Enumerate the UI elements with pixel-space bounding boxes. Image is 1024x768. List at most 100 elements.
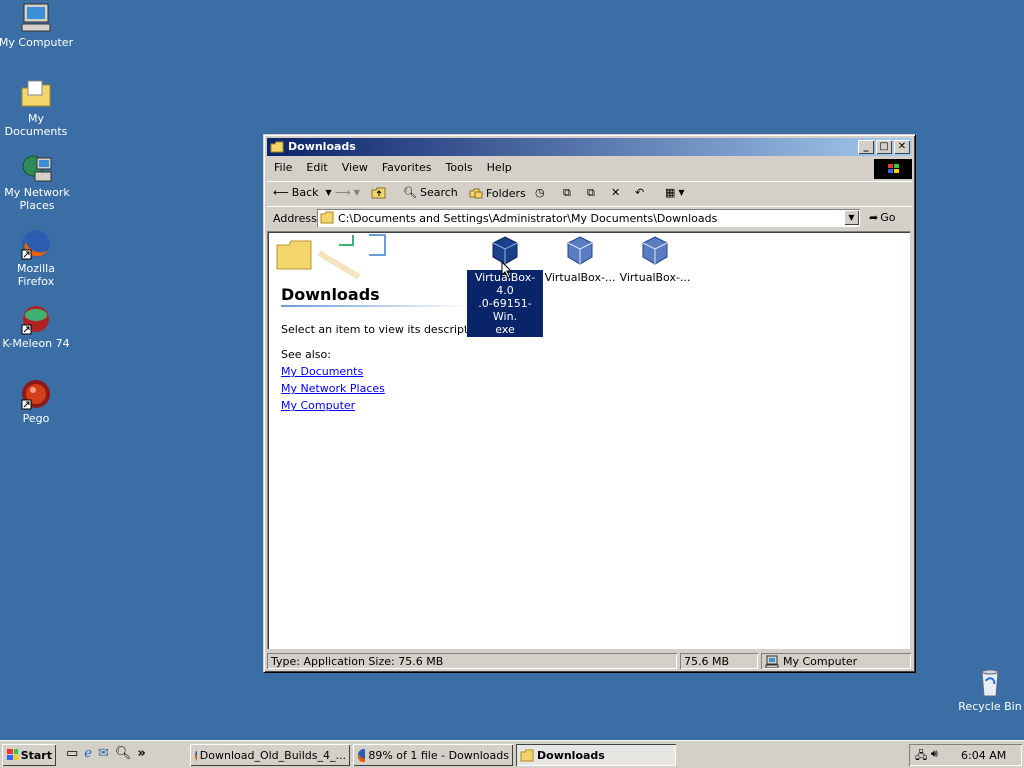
menu-file[interactable]: File bbox=[267, 157, 299, 174]
desktop-icon-my-computer[interactable]: My Computer bbox=[0, 2, 74, 49]
copy-to-icon: ⧉ bbox=[587, 186, 595, 199]
folder-icon bbox=[270, 141, 284, 153]
virtualbox-icon bbox=[567, 236, 593, 265]
quick-launch-more-icon[interactable]: » bbox=[137, 746, 145, 761]
folder-icon bbox=[320, 211, 334, 224]
task-label: 89% of 1 file - Downloads bbox=[368, 748, 509, 762]
undo-button[interactable]: ↶ bbox=[635, 186, 644, 199]
heading-divider bbox=[281, 305, 471, 307]
outlook-express-icon[interactable]: ✉ bbox=[98, 746, 109, 761]
search-label: Search bbox=[419, 186, 458, 199]
network-places-icon bbox=[22, 155, 52, 182]
address-field[interactable]: C:\Documents and Settings\Administrator\… bbox=[317, 209, 860, 227]
file-item-selected[interactable]: VirtualBox-4.0 .0-69151-Win. exe bbox=[466, 235, 544, 338]
folder-icon bbox=[520, 749, 534, 761]
clock[interactable]: 6:04 AM bbox=[961, 749, 1006, 762]
standard-toolbar: ⟵ Back ▼ ⟶ ▼ 🔍︎ Search Folders ◷ ⧉ ⧉ ✕ ↶… bbox=[267, 181, 912, 207]
desktop-icon-label: My Computer bbox=[0, 36, 74, 49]
recycle-bin-icon bbox=[981, 669, 999, 697]
windows-flag-icon bbox=[7, 749, 18, 760]
panel-description: Select an item to view its description. bbox=[281, 323, 489, 336]
status-zone-label: My Computer bbox=[783, 654, 858, 668]
go-label: Go bbox=[880, 211, 896, 224]
menu-edit[interactable]: Edit bbox=[299, 157, 334, 174]
back-button[interactable]: ⟵ Back ▼ bbox=[273, 186, 332, 199]
volume-tray-icon[interactable]: 🔊︎ bbox=[931, 747, 938, 761]
link-my-computer[interactable]: My Computer bbox=[281, 399, 385, 412]
maximize-button[interactable]: □ bbox=[876, 140, 892, 154]
task-button-active[interactable]: Downloads bbox=[516, 744, 676, 766]
desktop-icon-mozilla-firefox[interactable]: Mozilla Firefox bbox=[0, 228, 74, 288]
file-label-line3: exe bbox=[495, 323, 515, 336]
file-item[interactable]: VirtualBox-... bbox=[617, 235, 693, 285]
file-item[interactable]: VirtualBox-... bbox=[542, 235, 618, 285]
my-computer-icon bbox=[765, 655, 779, 668]
folders-button[interactable]: Folders bbox=[469, 186, 526, 200]
move-to-button[interactable]: ⧉ bbox=[563, 186, 571, 200]
title-bar[interactable]: Downloads _ □ ✕ bbox=[267, 138, 912, 156]
address-bar: Address C:\Documents and Settings\Admini… bbox=[267, 206, 912, 231]
desktop-icon-my-documents[interactable]: My Documents bbox=[0, 78, 74, 138]
address-dropdown-button[interactable]: ▼ bbox=[844, 210, 859, 225]
link-my-network-places[interactable]: My Network Places bbox=[281, 382, 385, 395]
search-button[interactable]: 🔍︎ Search bbox=[403, 186, 458, 199]
folders-icon bbox=[469, 188, 483, 199]
delete-icon: ✕ bbox=[611, 186, 621, 199]
history-icon: ◷ bbox=[535, 186, 545, 199]
task-button[interactable]: Download_Old_Builds_4_... bbox=[190, 744, 350, 766]
copy-to-button[interactable]: ⧉ bbox=[587, 186, 595, 200]
minimize-icon: _ bbox=[863, 141, 869, 152]
show-desktop-icon[interactable]: ▭ bbox=[66, 746, 78, 761]
delete-button[interactable]: ✕ bbox=[611, 186, 620, 199]
views-dropdown-icon: ▼ bbox=[678, 188, 685, 197]
network-tray-icon[interactable]: 🖧 bbox=[915, 747, 927, 766]
search-icon: 🔍︎ bbox=[403, 186, 417, 199]
desktop-icon-recycle-bin[interactable]: Recycle Bin bbox=[952, 666, 1024, 713]
chevron-down-icon: ▼ bbox=[848, 213, 855, 222]
undo-icon: ↶ bbox=[635, 186, 645, 199]
desktop-icon-label: Pego bbox=[22, 412, 50, 425]
menu-help[interactable]: Help bbox=[480, 157, 519, 174]
task-button[interactable]: 89% of 1 file - Downloads bbox=[353, 744, 513, 766]
mouse-cursor-icon bbox=[501, 261, 513, 279]
desktop-icon-k-meleon[interactable]: K-Meleon 74 bbox=[0, 303, 74, 350]
forward-button[interactable]: ⟶ ▼ bbox=[335, 186, 360, 199]
menu-favorites[interactable]: Favorites bbox=[375, 157, 439, 174]
folder-up-icon bbox=[371, 187, 386, 199]
my-documents-icon bbox=[21, 80, 51, 107]
desktop-icon-my-network-places[interactable]: My Network Places bbox=[0, 152, 76, 212]
file-label: VirtualBox-... bbox=[619, 271, 691, 284]
window-title: Downloads bbox=[288, 140, 356, 153]
file-label-line2: .0-69151-Win. bbox=[478, 297, 532, 323]
system-tray: 🖧 🔊︎ 6:04 AM bbox=[909, 744, 1022, 766]
back-dropdown-icon: ▼ bbox=[325, 188, 332, 197]
go-button[interactable]: ➦ Go bbox=[869, 211, 895, 224]
start-button[interactable]: Start bbox=[2, 744, 56, 766]
status-zone: My Computer bbox=[761, 653, 911, 669]
link-my-documents[interactable]: My Documents bbox=[281, 365, 385, 378]
explorer-icon[interactable]: 🔍︎ bbox=[115, 746, 132, 761]
quick-launch: ▭ ℯ ✉ 🔍︎ » bbox=[66, 746, 146, 761]
start-label: Start bbox=[20, 748, 52, 762]
taskbar: Start ▭ ℯ ✉ 🔍︎ » Download_Old_Builds_4_.… bbox=[0, 740, 1024, 768]
go-arrow-icon: ➦ bbox=[869, 211, 879, 224]
windows-logo bbox=[874, 159, 912, 179]
my-computer-icon bbox=[21, 3, 51, 32]
pego-icon bbox=[21, 380, 50, 410]
menu-bar: File Edit View Favorites Tools Help bbox=[267, 157, 912, 179]
webview-banner bbox=[269, 233, 389, 281]
see-also-label: See also: bbox=[281, 348, 331, 361]
minimize-button[interactable]: _ bbox=[858, 140, 874, 154]
up-button[interactable] bbox=[371, 186, 387, 200]
history-button[interactable]: ◷ bbox=[535, 186, 545, 199]
internet-explorer-icon[interactable]: ℯ bbox=[84, 746, 92, 761]
forward-dropdown-icon: ▼ bbox=[353, 188, 360, 197]
panel-heading: Downloads bbox=[281, 285, 380, 304]
menu-tools[interactable]: Tools bbox=[439, 157, 480, 174]
menu-view[interactable]: View bbox=[335, 157, 375, 174]
virtualbox-icon bbox=[642, 236, 668, 265]
close-button[interactable]: ✕ bbox=[894, 140, 910, 154]
views-button[interactable]: ▦ ▼ bbox=[665, 186, 685, 199]
desktop-icon-label: My Network Places bbox=[4, 186, 70, 212]
desktop-icon-pego[interactable]: Pego bbox=[0, 378, 74, 425]
